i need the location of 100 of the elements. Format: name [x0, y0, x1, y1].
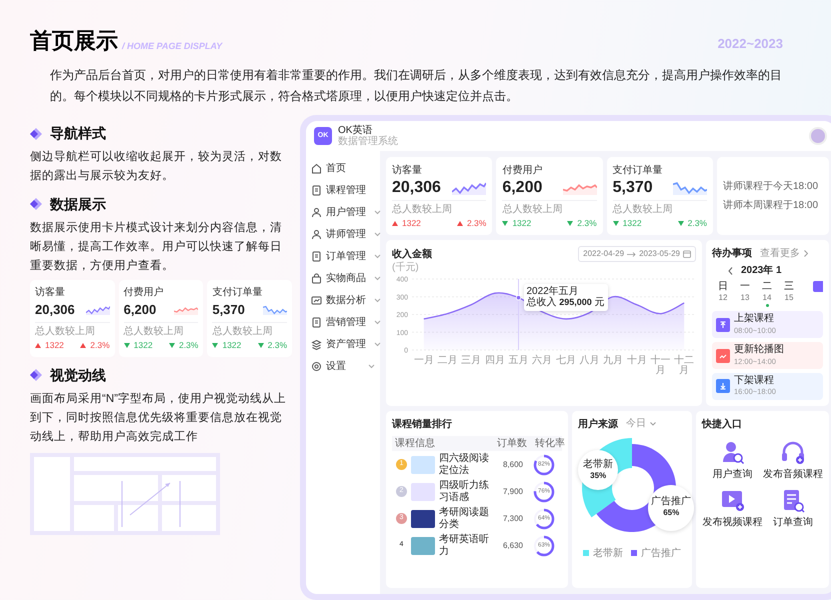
x-axis-label: 二月 [436, 356, 458, 366]
card-title: 付费用户 [502, 164, 544, 178]
year-range: 2022~2023 [718, 34, 783, 52]
sidebar-item[interactable]: 设置 [309, 355, 377, 377]
change-percent: 2.3% [466, 216, 486, 230]
change-value: 1322 [45, 338, 64, 352]
sidebar-item[interactable]: 订单管理 [309, 245, 377, 267]
nav-label: 首页 [326, 162, 346, 176]
selected-date-marker [813, 280, 823, 292]
headphones-plus-icon [780, 440, 806, 465]
slice-value: 65% [663, 507, 680, 520]
x-axis-label: 九月 [602, 356, 624, 366]
dropdown-label: 今日 [626, 418, 646, 430]
diamond-icon [30, 369, 42, 382]
change-percent: 2.3% [268, 338, 288, 352]
sparkline [263, 304, 288, 315]
progress-ring [533, 534, 555, 557]
quick-entry-button[interactable]: 发布视频课程 [702, 488, 762, 529]
sidebar-item[interactable]: 营销管理 [309, 311, 377, 333]
x-axis-label: 五月 [508, 356, 530, 366]
date-cell[interactable]: 12 [718, 292, 728, 304]
compare-label: 总人数较上周 [124, 326, 185, 339]
change-percent: 2.3% [90, 338, 110, 352]
sidebar-item[interactable]: 实物商品 [309, 267, 377, 289]
brand-name: OK英语 [338, 124, 374, 136]
change-value: 1322 [134, 338, 153, 352]
video-plus-icon [720, 488, 745, 514]
change-percent: 2.3% [688, 216, 707, 230]
sidebar-item[interactable]: 资产管理 [309, 333, 377, 355]
weekday-label: 二 [761, 280, 773, 292]
order-count: 7,300 [502, 512, 524, 525]
nav-label: 课程管理 [326, 184, 366, 198]
x-axis-label: 八月 [578, 356, 601, 366]
order-count: 7,900 [502, 486, 524, 498]
avatar[interactable] [809, 127, 827, 145]
course-name: 考研英语听力 [439, 534, 490, 558]
diamond-icon [30, 128, 42, 140]
chevron-down-icon [650, 422, 656, 426]
slice-value: 35% [590, 470, 606, 482]
sidebar-item[interactable]: 首页 [309, 157, 377, 179]
document-icon [311, 250, 322, 262]
section-heading: 导航样式 [50, 124, 106, 143]
change-percent: 2.3% [577, 216, 597, 230]
date-cell[interactable]: 13 [740, 292, 750, 304]
legend-label: 老带新 [593, 548, 623, 560]
compare-label: 总人数较上周 [35, 326, 96, 339]
monitor-icon [311, 294, 322, 306]
panel-title: 快捷入口 [702, 418, 743, 432]
nav-label: 数据分析 [326, 294, 366, 308]
chevron-right-icon [804, 250, 808, 258]
person-icon [311, 206, 322, 218]
nav-label: 订单管理 [326, 250, 366, 264]
progress-ring [533, 508, 555, 530]
quick-entry-button[interactable]: 用户查询 [702, 440, 762, 480]
stat-value: 6,200 [124, 300, 156, 319]
panel-title: 收入金额 [392, 247, 432, 262]
slice-name: 老带新 [583, 458, 614, 470]
weekday-label: 日 [717, 280, 729, 292]
course-name: 四级听力练习语感 [439, 480, 490, 504]
document-icon [311, 316, 322, 328]
date-cell[interactable]: 15 [784, 292, 794, 304]
notice-text: 讲师课程于今天18:00 [722, 180, 820, 192]
x-axis-label: 十二月 [673, 356, 696, 377]
x-axis-label: 十一月 [650, 356, 672, 377]
event-title: 上架课程 [734, 313, 775, 325]
house-icon [311, 162, 322, 174]
arrow-right-icon [627, 252, 636, 257]
intro-paragraph: 作为产品后台首页，对用户的日常使用有着非常重要的作用。我们在调研后，从多个维度表现，达到有效信息充分，提高用户操作效率的目的。每个模块以不同规格的卡片形式展示，符合格式塔原理，以便用户快速定位并点击。 [50, 67, 783, 105]
compare-label: 总人数较上周 [392, 204, 453, 217]
link-label: 查看更多 [760, 248, 800, 260]
notice-text: 讲师本周课程于18:00 [722, 200, 820, 212]
course-thumbnail [411, 510, 435, 528]
sidebar-item[interactable]: 数据分析 [309, 289, 377, 311]
calendar-icon [683, 250, 691, 258]
date-cell[interactable]: 14 [762, 292, 772, 304]
change-percent: 2.3% [178, 338, 198, 352]
quick-entry-button[interactable]: 发布音频课程 [762, 440, 823, 480]
sparkline [86, 304, 110, 315]
section-paragraph: 侧边导航栏可以收缩收起展开，较为灵活，对数据的露出与展示较为友好。 [30, 149, 283, 184]
progress-ring [533, 480, 555, 503]
sidebar-item[interactable]: 课程管理 [309, 179, 377, 201]
column-header: 转化率 [535, 438, 566, 450]
sidebar-item[interactable]: 用户管理 [309, 201, 377, 223]
nav-label: 资产管理 [326, 338, 366, 352]
column-header: 订单数 [497, 438, 528, 450]
date-end: 2023-05-29 [639, 248, 680, 260]
quick-entry-button[interactable]: 订单查询 [762, 488, 823, 529]
date-range-field[interactable]: 2022-04-29 2023-05-29 [578, 246, 696, 262]
panel-title: 待办事项 [712, 246, 752, 262]
calendar-month: 2023年 1 [741, 265, 782, 277]
page-title: 首页展示 [30, 28, 118, 53]
layers-icon [311, 338, 322, 350]
sidebar-item[interactable]: 讲师管理 [309, 223, 377, 245]
date-start: 2022-04-29 [583, 248, 624, 260]
nav-label: 营销管理 [326, 316, 366, 330]
change-value: 1322 [622, 216, 642, 230]
tooltip-text: 总收入 295,000 元 [526, 297, 605, 309]
section-heading: 数据展示 [50, 194, 106, 214]
change-value: 1322 [512, 216, 532, 230]
card-title: 支付订单量 [612, 164, 664, 178]
